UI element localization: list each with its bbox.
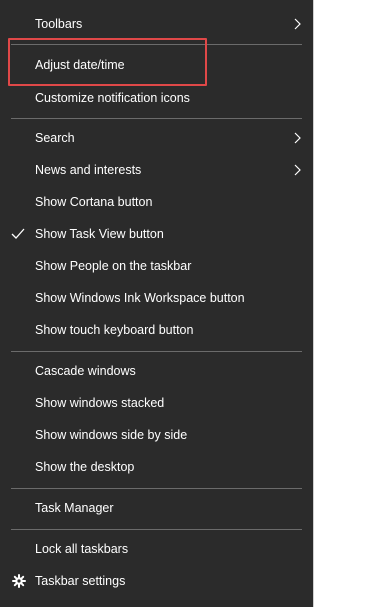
menu-item-show-people[interactable]: Show People on the taskbar	[0, 254, 313, 278]
menu-item-label: Lock all taskbars	[35, 542, 129, 556]
menu-item-label: Show Cortana button	[35, 195, 153, 209]
menu-separator	[11, 351, 302, 352]
menu-item-task-manager[interactable]: Task Manager	[0, 496, 313, 520]
menu-item-label: Cascade windows	[35, 364, 136, 378]
menu-item-show-task-view-button[interactable]: Show Task View button	[0, 222, 313, 246]
menu-item-label: Show windows side by side	[35, 428, 188, 442]
chevron-right-icon	[294, 132, 301, 144]
menu-item-label: Show touch keyboard button	[35, 323, 194, 337]
menu-separator	[11, 118, 302, 119]
menu-separator	[11, 529, 302, 530]
menu-item-lock-all-taskbars[interactable]: Lock all taskbars	[0, 537, 313, 561]
menu-border	[313, 0, 314, 607]
menu-item-label: Show windows stacked	[35, 396, 165, 410]
menu-item-show-cortana-button[interactable]: Show Cortana button	[0, 190, 313, 214]
menu-item-label: Show Task View button	[35, 227, 164, 241]
menu-item-label: News and interests	[35, 163, 142, 177]
menu-item-toolbars[interactable]: Toolbars	[0, 12, 313, 36]
menu-item-show-windows-stacked[interactable]: Show windows stacked	[0, 391, 313, 415]
menu-separator	[11, 488, 302, 489]
taskbar-context-menu: Toolbars Adjust date/time Customize noti…	[0, 0, 313, 607]
menu-item-cascade-windows[interactable]: Cascade windows	[0, 359, 313, 383]
menu-item-taskbar-settings[interactable]: Taskbar settings	[0, 569, 313, 593]
menu-item-label: Show Windows Ink Workspace button	[35, 291, 245, 305]
menu-item-show-the-desktop[interactable]: Show the desktop	[0, 455, 313, 479]
menu-item-label: Customize notification icons	[35, 91, 190, 105]
menu-item-news-and-interests[interactable]: News and interests	[0, 158, 313, 182]
menu-item-show-ink-workspace[interactable]: Show Windows Ink Workspace button	[0, 286, 313, 310]
menu-item-label: Show the desktop	[35, 460, 135, 474]
menu-item-label: Task Manager	[35, 501, 114, 515]
menu-item-customize-notification-icons[interactable]: Customize notification icons	[0, 86, 313, 110]
chevron-right-icon	[294, 18, 301, 30]
menu-item-label: Search	[35, 131, 75, 145]
gear-icon	[12, 574, 26, 588]
chevron-right-icon	[294, 164, 301, 176]
menu-item-show-windows-side-by-side[interactable]: Show windows side by side	[0, 423, 313, 447]
checkmark-icon	[11, 228, 25, 239]
menu-item-label: Taskbar settings	[35, 574, 126, 588]
annotation-highlight-box	[8, 38, 207, 86]
menu-item-search[interactable]: Search	[0, 126, 313, 150]
menu-item-label: Toolbars	[35, 17, 83, 31]
menu-item-show-touch-keyboard[interactable]: Show touch keyboard button	[0, 318, 313, 342]
menu-item-label: Show People on the taskbar	[35, 259, 192, 273]
